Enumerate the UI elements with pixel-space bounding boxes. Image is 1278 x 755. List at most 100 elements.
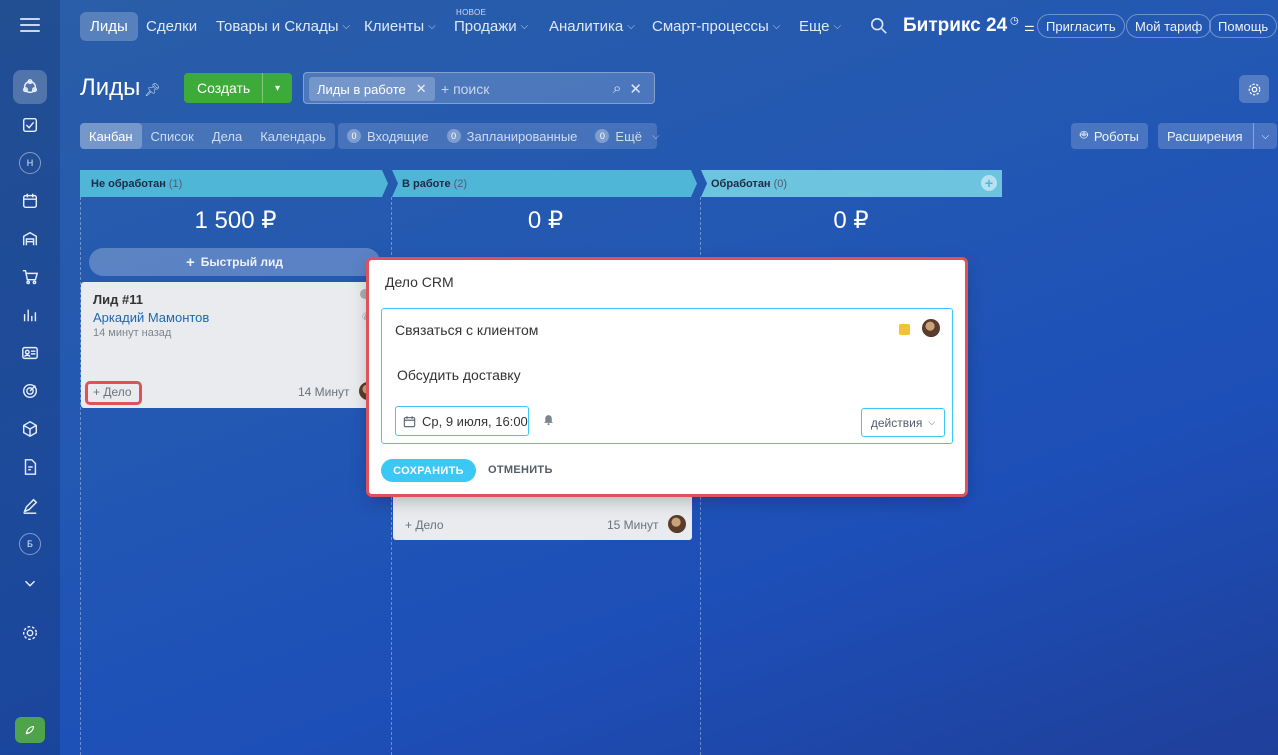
close-icon[interactable]: ✕ [629,80,642,98]
chevron-down-icon: ⌵ [428,21,436,32]
column-title: Обработан [711,177,771,190]
crm-activity-dialog: Дело CRM Связаться с клиентом Обсудить д… [369,260,965,494]
invite-button[interactable]: Пригласить [1037,14,1125,38]
counter-incoming[interactable]: 0 Входящие [347,129,429,144]
chevron-down-icon[interactable] [13,566,47,600]
column-header-processed[interactable]: Обработан (0) [700,170,1000,197]
responsible-avatar[interactable] [922,319,940,337]
nav-more[interactable]: Еще ⌵ [789,12,851,41]
nav-clients[interactable]: Клиенты ⌵ [354,12,446,41]
bell-icon[interactable] [542,412,555,426]
tab-list[interactable]: Список [142,123,203,149]
actions-dropdown[interactable]: действия ⌵ [861,408,945,437]
tab-kanban[interactable]: Канбан [80,123,142,149]
chevron-down-icon: ⌵ [772,21,781,32]
chevron-down-icon[interactable]: ⌵ [1252,123,1278,149]
chevron-down-icon: ⌵ [833,21,842,32]
warehouse-icon[interactable] [13,222,47,256]
tab-calendar[interactable]: Календарь [251,123,335,149]
chevron-down-icon[interactable]: ▾ [262,73,292,103]
brand-logo[interactable]: Битрикс 24 ◷ ⚌ [903,15,1035,37]
extensions-button[interactable]: Расширения ⌵ [1158,123,1278,149]
clock-icon: ◷ [1007,15,1019,27]
tasks-icon[interactable] [13,108,47,142]
card-time: 14 Минут [298,385,350,399]
cart-icon[interactable] [13,260,47,294]
help-button[interactable]: Помощь [1209,14,1278,38]
highlight-add-activity [85,381,142,405]
cancel-button[interactable]: ОТМЕНИТЬ [488,464,553,476]
calendar-icon[interactable] [13,184,47,218]
target-icon[interactable] [13,374,47,408]
page-title: Лиды [80,74,141,101]
nav-smart-processes[interactable]: Смарт-процессы ⌵ [642,12,790,41]
column-header-inwork[interactable]: В работе (2) [391,170,691,197]
quick-lead-label: Быстрый лид [200,255,284,269]
contact-link[interactable]: Аркадий Мамонтов [93,310,209,325]
column-count: (0) [773,177,788,190]
counter-num: 0 [595,129,610,143]
crm-kanban-app: Н Б Лиды Сделки Товары и Склады ⌵ Клиент… [0,0,1278,755]
add-activity-link[interactable]: + Дело [405,518,444,532]
deadline-value: Ср, 9 июля, 16:00 [422,413,528,429]
chevron-down-icon: ⌵ [342,21,351,32]
filter-tag[interactable]: Лиды в работе ✕ [309,77,435,101]
column-divider [80,197,81,755]
nav-deals[interactable]: Сделки [136,12,207,41]
crm-icon[interactable] [13,70,47,104]
counter-planned[interactable]: 0 Запланированные [446,129,577,144]
rail-letter-b[interactable]: Б [19,533,41,555]
counter-label: Ещё [615,128,643,144]
search-input[interactable]: + поиск [441,81,489,97]
column-header-new[interactable]: Не обработан (1) [80,170,380,197]
robots-button[interactable]: 🤖︎ Роботы [1071,123,1148,149]
create-button[interactable]: Создать ▾ [184,73,292,103]
search-icon[interactable]: ⌕ [613,80,621,98]
nav-label: Аналитика [549,18,624,35]
tariff-button[interactable]: Мой тариф [1126,14,1212,38]
dialog-title: Дело CRM [385,274,454,290]
add-column-icon[interactable]: + [981,175,997,191]
view-tabs: Канбан Список Дела Календарь [80,123,335,149]
calendar-icon [403,415,416,427]
lead-card[interactable]: + Дело 15 Минут [393,492,692,540]
rocket-icon[interactable] [15,717,45,743]
page-settings-gear-icon[interactable] [1239,75,1269,103]
lead-title[interactable]: Лид #11 [93,292,143,307]
nav-products[interactable]: Товары и Склады ⌵ [206,12,360,41]
quick-lead-button[interactable]: + Быстрый лид [89,248,380,276]
column-count: (1) [168,177,183,190]
edit-icon[interactable] [13,489,47,523]
analytics-icon[interactable] [13,298,47,332]
contact-card-icon[interactable] [13,336,47,370]
rail-letter-n[interactable]: Н [19,152,41,174]
box-icon[interactable] [13,412,47,446]
chevron-down-icon: ⌵ [928,417,936,427]
counter-label: Входящие [367,128,429,144]
document-sign-icon[interactable] [13,450,47,484]
search-icon[interactable] [870,17,888,35]
column-title: Не обработан [91,177,166,190]
close-icon[interactable]: ✕ [416,81,427,97]
column-title: В работе [402,177,451,190]
priority-flag-icon[interactable] [899,324,910,335]
activity-editor[interactable]: Связаться с клиентом Обсудить доставку С… [381,308,953,444]
activity-description-input[interactable]: Обсудить доставку [397,367,521,383]
pin-icon[interactable]: 📌︎ [144,82,161,98]
counter-num: 0 [347,129,361,143]
nav-analytics[interactable]: Аналитика ⌵ [539,12,645,41]
settings-gear-icon[interactable] [13,616,47,650]
avatar [668,515,686,533]
extensions-label: Расширения [1167,128,1243,144]
robots-label: Роботы [1093,128,1139,144]
nav-sales[interactable]: Продажи ⌵ [444,12,538,41]
activity-subject-input[interactable]: Связаться с клиентом [395,322,538,338]
deadline-field[interactable]: Ср, 9 июля, 16:00 [395,406,529,436]
save-button[interactable]: СОХРАНИТЬ [381,459,476,482]
lead-created-ago: 14 минут назад [93,327,172,339]
menu-burger-icon[interactable] [20,18,40,34]
nav-leads[interactable]: Лиды [80,12,138,41]
tab-activities[interactable]: Дела [203,123,251,149]
counter-more[interactable]: 0 Ещё ⌵ [595,128,660,144]
filter-search-box[interactable]: Лиды в работе ✕ + поиск ⌕ ✕ [303,72,655,104]
